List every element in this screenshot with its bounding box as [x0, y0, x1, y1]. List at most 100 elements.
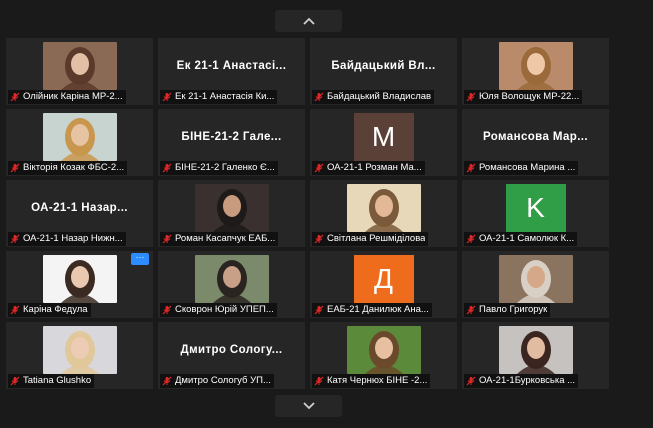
- participant-name-label: Юля Волощук МР-22...: [464, 90, 583, 104]
- participant-name-label: ОА-21-1Бурковська ...: [464, 374, 579, 388]
- participant-name: Світлана Решміділова: [327, 233, 426, 244]
- chevron-down-icon: [302, 402, 315, 410]
- participant-name-label: Роман Касапчук ЕАБ...: [160, 232, 279, 246]
- participant-display-name: Романсова Мар...: [482, 131, 588, 143]
- participant-avatar: K: [505, 184, 566, 232]
- participant-name-label: Романсова Марина ...: [464, 161, 579, 175]
- participant-tile[interactable]: БІНЕ-21-2 Гале... БІНЕ-21-2 Галенко Є...: [158, 109, 305, 176]
- participant-tile[interactable]: Байдацький Вл... Байдацький Владислав: [310, 38, 457, 105]
- participant-tile[interactable]: Олійник Каріна МР-2...: [6, 38, 153, 105]
- participant-video: [498, 326, 573, 374]
- mic-muted-icon: [314, 92, 324, 102]
- participant-name-label: Байдацький Владислав: [312, 90, 435, 104]
- participant-tile[interactable]: Катя Чернюх БІНЕ -2...: [310, 322, 457, 389]
- participant-name: Катя Чернюх БІНЕ -2...: [327, 375, 428, 386]
- participant-tile[interactable]: Роман Касапчук ЕАБ...: [158, 180, 305, 247]
- participant-tile[interactable]: Вікторія Козак ФБС-2...: [6, 109, 153, 176]
- mic-muted-icon: [162, 163, 172, 173]
- participant-name-label: Дмитро Сологуб УП...: [160, 374, 274, 388]
- mic-muted-icon: [10, 163, 20, 173]
- participant-video: [498, 42, 573, 90]
- participant-name-label: ОА-21-1 Розман Ма...: [312, 161, 425, 175]
- participant-name: ОА-21-1 Назар Нижн...: [23, 233, 123, 244]
- participant-video: [194, 255, 269, 303]
- participant-tile[interactable]: Tatiana Glushko: [6, 322, 153, 389]
- participant-tile[interactable]: Юля Волощук МР-22...: [462, 38, 609, 105]
- participant-name-label: Павло Григорук: [464, 303, 551, 317]
- mic-muted-icon: [466, 234, 476, 244]
- participant-display-name: Байдацький Вл...: [331, 60, 436, 72]
- participant-tile[interactable]: Ек 21-1 Анастасі... Ек 21-1 Анастасія Ки.…: [158, 38, 305, 105]
- participant-tile[interactable]: ОА-21-1 Назар... ОА-21-1 Назар Нижн...: [6, 180, 153, 247]
- participant-name: Вікторія Козак ФБС-2...: [23, 162, 125, 173]
- participant-name-label: ОА-21-1 Самолюк К...: [464, 232, 578, 246]
- participant-name-label: ОА-21-1 Назар Нижн...: [8, 232, 126, 246]
- participant-name: ОА-21-1 Самолюк К...: [479, 233, 575, 244]
- participant-tile[interactable]: Д ЕАБ-21 Данилюк Ана...: [310, 251, 457, 318]
- participant-tile[interactable]: ОА-21-1Бурковська ...: [462, 322, 609, 389]
- participant-name: Юля Волощук МР-22...: [479, 91, 580, 102]
- mic-muted-icon: [466, 163, 476, 173]
- participant-name: ОА-21-1Бурковська ...: [479, 375, 576, 386]
- participant-name-label: Олійник Каріна МР-2...: [8, 90, 126, 104]
- participant-name: Дмитро Сологуб УП...: [175, 375, 271, 386]
- participant-display-name: Дмитро Сологу...: [180, 344, 283, 356]
- mic-muted-icon: [10, 92, 20, 102]
- participant-name-label: ЕАБ-21 Данилюк Ана...: [312, 303, 432, 317]
- participant-display-name: БІНЕ-21-2 Гале...: [181, 131, 282, 143]
- mic-muted-icon: [162, 376, 172, 386]
- participant-name: Роман Касапчук ЕАБ...: [175, 233, 276, 244]
- participant-avatar: Д: [353, 255, 414, 303]
- chevron-up-icon: [302, 17, 315, 25]
- participant-name: Романсова Марина ...: [479, 162, 576, 173]
- participant-tile[interactable]: Світлана Решміділова: [310, 180, 457, 247]
- mic-muted-icon: [10, 234, 20, 244]
- participant-name: Павло Григорук: [479, 304, 548, 315]
- participant-tile[interactable]: K ОА-21-1 Самолюк К...: [462, 180, 609, 247]
- scroll-up-button[interactable]: [275, 10, 342, 32]
- gallery-grid: Олійник Каріна МР-2... Ек 21-1 Анастасі..…: [6, 38, 609, 389]
- mic-muted-icon: [466, 92, 476, 102]
- mic-muted-icon: [466, 305, 476, 315]
- participant-name-label: Сковрон Юрій УПЕП...: [160, 303, 277, 317]
- participant-name-label: Ек 21-1 Анастасія Ки...: [160, 90, 278, 104]
- participant-name: Байдацький Владислав: [327, 91, 432, 102]
- participant-video: [346, 184, 421, 232]
- participant-tile[interactable]: ··· Каріна Федула: [6, 251, 153, 318]
- participant-tile[interactable]: Дмитро Сологу... Дмитро Сологуб УП...: [158, 322, 305, 389]
- participant-tile[interactable]: Павло Григорук: [462, 251, 609, 318]
- participant-name: ЕАБ-21 Данилюк Ана...: [327, 304, 429, 315]
- scroll-down-button[interactable]: [275, 395, 342, 417]
- participant-name-label: Каріна Федула: [8, 303, 91, 317]
- participant-display-name: Ек 21-1 Анастасі...: [176, 60, 287, 72]
- more-options-button[interactable]: ···: [131, 253, 149, 265]
- participant-tile[interactable]: Сковрон Юрій УПЕП...: [158, 251, 305, 318]
- participant-name-label: Вікторія Козак ФБС-2...: [8, 161, 128, 175]
- participant-name: Сковрон Юрій УПЕП...: [175, 304, 274, 315]
- participant-name: Олійник Каріна МР-2...: [23, 91, 123, 102]
- mic-muted-icon: [466, 376, 476, 386]
- mic-muted-icon: [314, 305, 324, 315]
- participant-video: [42, 42, 117, 90]
- participant-video: [346, 326, 421, 374]
- mic-muted-icon: [10, 305, 20, 315]
- participant-avatar: M: [353, 113, 414, 161]
- participant-name-label: БІНЕ-21-2 Галенко Є...: [160, 161, 278, 175]
- participant-name-label: Катя Чернюх БІНЕ -2...: [312, 374, 431, 388]
- participant-display-name: ОА-21-1 Назар...: [31, 202, 128, 214]
- mic-muted-icon: [314, 376, 324, 386]
- participant-name: Ек 21-1 Анастасія Ки...: [175, 91, 275, 102]
- mic-muted-icon: [162, 234, 172, 244]
- mic-muted-icon: [162, 305, 172, 315]
- participant-video: [42, 113, 117, 161]
- participant-video: [194, 184, 269, 232]
- participant-video: [498, 255, 573, 303]
- mic-muted-icon: [162, 92, 172, 102]
- participant-tile[interactable]: M ОА-21-1 Розман Ма...: [310, 109, 457, 176]
- participant-name: Каріна Федула: [23, 304, 88, 315]
- mic-muted-icon: [10, 376, 20, 386]
- mic-muted-icon: [314, 234, 324, 244]
- participant-tile[interactable]: Романсова Мар... Романсова Марина ...: [462, 109, 609, 176]
- participant-video: [42, 255, 117, 303]
- participant-video: [42, 326, 117, 374]
